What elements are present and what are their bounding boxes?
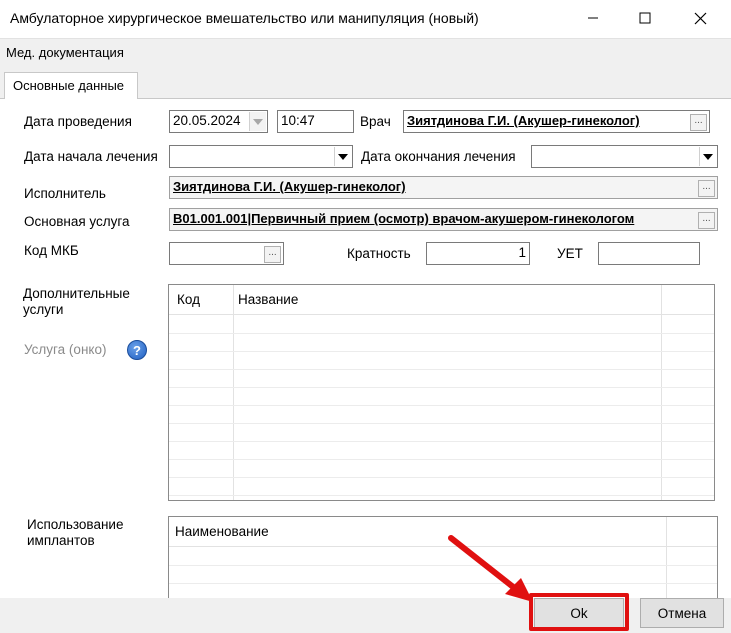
date-value: 20.05.2024 <box>173 113 241 128</box>
start-date-field[interactable] <box>169 145 353 168</box>
doctor-value: Зиятдинова Г.И. (Акушер-гинеколог) <box>407 113 640 128</box>
minimize-icon <box>588 17 598 19</box>
close-icon <box>694 12 706 24</box>
implants-label-2: имплантов <box>27 533 95 548</box>
title-bar: Амбулаторное хирургическое вмешательство… <box>0 0 731 38</box>
start-date-dropdown-button[interactable] <box>334 147 351 166</box>
service-browse-button[interactable]: ... <box>698 212 715 229</box>
column-name[interactable]: Название <box>238 292 298 307</box>
date-label: Дата проведения <box>24 114 132 129</box>
uet-field[interactable] <box>598 242 700 265</box>
window-title: Амбулаторное хирургическое вмешательство… <box>10 10 479 26</box>
table-header: Код Название <box>169 285 714 315</box>
main-panel: Дата проведения 20.05.2024 10:47 Врач Зи… <box>0 98 731 616</box>
close-button[interactable] <box>677 0 723 36</box>
performer-browse-button[interactable]: ... <box>698 180 715 197</box>
date-dropdown-button[interactable] <box>249 112 266 131</box>
minimize-button[interactable] <box>570 0 616 36</box>
uet-label: УЕТ <box>557 246 583 261</box>
service-field[interactable]: B01.001.001|Первичный прием (осмотр) вра… <box>169 208 718 231</box>
chevron-down-icon <box>338 153 348 160</box>
doctor-field[interactable]: Зиятдинова Г.И. (Акушер-гинеколог) <box>403 110 710 133</box>
additional-services-label-2: услуги <box>23 302 64 317</box>
multiplicity-label: Кратность <box>347 246 411 261</box>
time-field[interactable]: 10:47 <box>277 110 354 133</box>
cancel-button[interactable]: Отмена <box>640 598 724 628</box>
doctor-label: Врач <box>360 114 391 129</box>
performer-field[interactable]: Зиятдинова Г.И. (Акушер-гинеколог) <box>169 176 718 199</box>
menu-item-med-docs[interactable]: Мед. документация <box>6 45 124 60</box>
implants-table-header: Наименование <box>169 517 717 547</box>
performer-value: Зиятдинова Г.И. (Акушер-гинеколог) <box>173 179 406 194</box>
menu-bar: Мед. документация <box>0 38 731 66</box>
mkb-browse-button[interactable]: ... <box>264 246 281 263</box>
column-code[interactable]: Код <box>177 292 200 307</box>
column-implant-name[interactable]: Наименование <box>175 524 269 539</box>
performer-label: Исполнитель <box>24 186 106 201</box>
ok-highlight-box <box>529 593 629 631</box>
implants-label: Использование <box>27 517 124 532</box>
service-value: B01.001.001|Первичный прием (осмотр) вра… <box>173 211 635 226</box>
end-date-label: Дата окончания лечения <box>361 149 516 164</box>
chevron-down-icon <box>253 118 263 125</box>
multiplicity-field[interactable]: 1 <box>426 242 530 265</box>
time-value: 10:47 <box>281 113 315 128</box>
additional-services-label: Дополнительные <box>23 286 130 301</box>
chevron-down-icon <box>703 153 713 160</box>
additional-services-table[interactable]: Код Название <box>168 284 715 501</box>
help-icon[interactable]: ? <box>127 340 147 360</box>
doctor-browse-button[interactable]: ... <box>690 114 707 131</box>
multiplicity-value: 1 <box>518 245 526 260</box>
start-date-label: Дата начала лечения <box>24 149 158 164</box>
maximize-button[interactable] <box>622 0 668 36</box>
onco-service-label: Услуга (онко) <box>24 342 107 357</box>
end-date-dropdown-button[interactable] <box>699 147 716 166</box>
tab-main-data[interactable]: Основные данные <box>4 72 138 99</box>
end-date-field[interactable] <box>531 145 718 168</box>
service-label: Основная услуга <box>24 214 130 229</box>
maximize-icon <box>639 12 651 24</box>
mkb-label: Код МКБ <box>24 243 79 258</box>
red-arrow-icon <box>448 535 533 602</box>
